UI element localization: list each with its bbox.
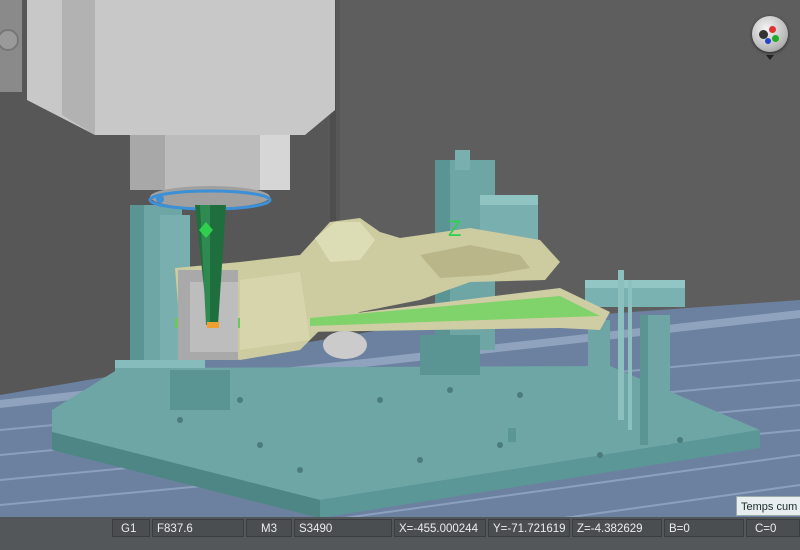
status-mode: G1: [112, 519, 150, 537]
status-x: X=-455.000244: [394, 519, 486, 537]
cumulative-time-tooltip: Temps cum: [736, 496, 800, 516]
status-feed: F837.6: [152, 519, 244, 537]
status-z: Z=-4.382629: [572, 519, 662, 537]
chevron-down-icon: [766, 55, 774, 60]
status-y: Y=-71.721619: [488, 519, 570, 537]
status-m-code: M3: [246, 519, 292, 537]
view-orientation-button[interactable]: [752, 16, 788, 60]
view-axis-dot-green: [772, 35, 779, 42]
machine-simulation-viewport[interactable]: Z Temps cum G1 F837.6 M3 S3490 X=-455.00…: [0, 0, 800, 550]
machine-scene: Z: [0, 0, 800, 550]
status-b: B=0: [664, 519, 744, 537]
z-axis-label: Z: [448, 216, 461, 241]
status-c: C=0: [746, 519, 800, 537]
status-spindle: S3490: [294, 519, 392, 537]
view-axis-dot-blue: [765, 38, 771, 44]
view-axis-dot-red: [769, 26, 776, 33]
